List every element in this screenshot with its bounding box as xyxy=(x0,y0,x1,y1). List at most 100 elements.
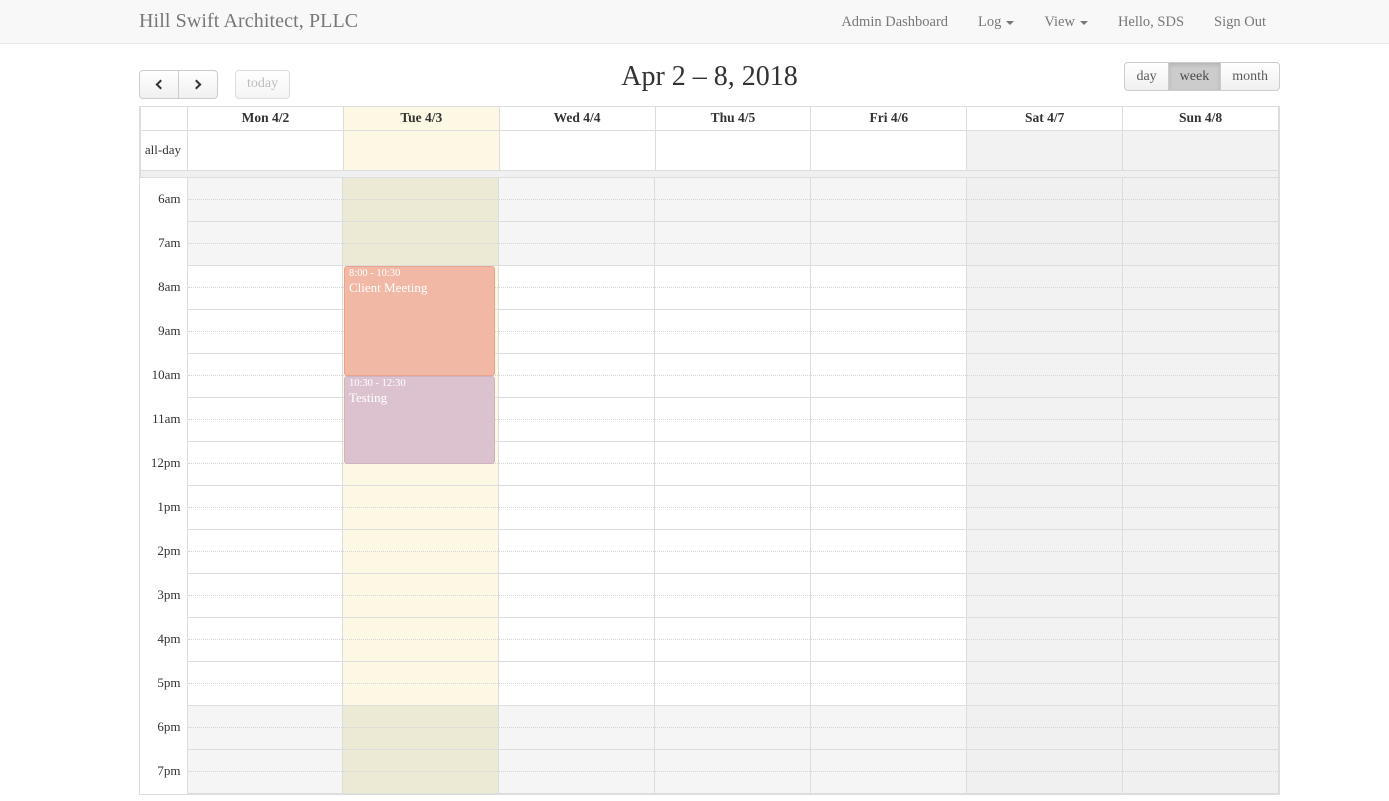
time-slot-cell[interactable] xyxy=(966,573,1124,596)
time-slot-cell[interactable] xyxy=(1122,661,1279,684)
day-header-mon[interactable]: Mon 4/2 xyxy=(187,107,344,131)
all-day-cell-tue[interactable] xyxy=(342,129,500,171)
time-slot-cell[interactable] xyxy=(966,221,1124,244)
time-slot-cell[interactable] xyxy=(654,397,812,420)
time-slot-cell[interactable] xyxy=(342,661,500,684)
time-slot-cell[interactable] xyxy=(966,529,1124,552)
all-day-cell-sat[interactable] xyxy=(966,129,1124,171)
time-slot-cell[interactable] xyxy=(654,551,812,574)
time-slot-cell[interactable] xyxy=(186,749,344,772)
time-slot-cell[interactable] xyxy=(1122,617,1279,640)
time-slot-cell[interactable] xyxy=(186,507,344,530)
time-slot-cell[interactable] xyxy=(498,485,656,508)
time-slot-cell[interactable] xyxy=(186,727,344,750)
time-slot-cell[interactable] xyxy=(186,331,344,354)
nav-link-view[interactable]: View xyxy=(1029,14,1103,31)
time-slot-cell[interactable] xyxy=(966,639,1124,662)
time-slot-cell[interactable] xyxy=(342,529,500,552)
time-slot-cell[interactable] xyxy=(498,243,656,266)
all-day-cell-sun[interactable] xyxy=(1122,129,1279,171)
time-slot-cell[interactable] xyxy=(810,661,968,684)
time-slot-cell[interactable] xyxy=(654,771,812,794)
time-slot-cell[interactable] xyxy=(342,617,500,640)
brand-title[interactable]: Hill Swift Architect, PLLC xyxy=(139,10,358,33)
time-slot-cell[interactable] xyxy=(1122,551,1279,574)
time-slot-cell[interactable] xyxy=(498,573,656,596)
time-slot-cell[interactable] xyxy=(654,177,812,200)
all-day-cell-fri[interactable] xyxy=(810,129,968,171)
time-slot-cell[interactable] xyxy=(1122,177,1279,200)
time-slot-cell[interactable] xyxy=(966,331,1124,354)
day-header-sun[interactable]: Sun 4/8 xyxy=(1122,107,1279,131)
time-slot-cell[interactable] xyxy=(654,309,812,332)
time-slot-cell[interactable] xyxy=(498,441,656,464)
today-button[interactable]: today xyxy=(235,69,291,99)
time-slot-cell[interactable] xyxy=(654,639,812,662)
time-slot-cell[interactable] xyxy=(654,221,812,244)
time-slot-cell[interactable] xyxy=(186,177,344,200)
time-slot-cell[interactable] xyxy=(342,749,500,772)
time-slot-cell[interactable] xyxy=(810,375,968,398)
time-slot-cell[interactable] xyxy=(966,199,1124,222)
time-slot-cell[interactable] xyxy=(810,485,968,508)
time-slot-cell[interactable] xyxy=(966,551,1124,574)
time-slot-cell[interactable] xyxy=(498,463,656,486)
time-slot-cell[interactable] xyxy=(966,463,1124,486)
time-slot-cell[interactable] xyxy=(810,419,968,442)
time-slot-cell[interactable] xyxy=(186,287,344,310)
time-slot-cell[interactable] xyxy=(498,287,656,310)
time-slot-cell[interactable] xyxy=(810,199,968,222)
time-slot-cell[interactable] xyxy=(810,617,968,640)
time-slot-cell[interactable] xyxy=(1122,353,1279,376)
time-slot-cell[interactable] xyxy=(1122,331,1279,354)
time-slot-cell[interactable] xyxy=(654,749,812,772)
time-slot-cell[interactable] xyxy=(966,661,1124,684)
time-slot-cell[interactable] xyxy=(498,705,656,728)
time-slot-cell[interactable] xyxy=(498,331,656,354)
time-slot-cell[interactable] xyxy=(498,397,656,420)
time-slot-cell[interactable] xyxy=(966,177,1124,200)
time-slot-cell[interactable] xyxy=(966,485,1124,508)
time-slot-cell[interactable] xyxy=(966,243,1124,266)
time-slot-cell[interactable] xyxy=(186,551,344,574)
time-slot-cell[interactable] xyxy=(966,507,1124,530)
time-slot-cell[interactable] xyxy=(342,177,500,200)
time-slot-cell[interactable] xyxy=(498,749,656,772)
time-slot-cell[interactable] xyxy=(966,771,1124,794)
time-slot-cell[interactable] xyxy=(186,639,344,662)
time-slot-cell[interactable] xyxy=(186,683,344,706)
time-slot-cell[interactable] xyxy=(498,375,656,398)
nav-link-sign-out[interactable]: Sign Out xyxy=(1199,14,1281,31)
time-slot-cell[interactable] xyxy=(966,419,1124,442)
day-header-wed[interactable]: Wed 4/4 xyxy=(498,107,656,131)
time-slot-cell[interactable] xyxy=(810,705,968,728)
nav-link-greeting[interactable]: Hello, SDS xyxy=(1103,14,1199,31)
time-slot-cell[interactable] xyxy=(186,595,344,618)
time-slot-cell[interactable] xyxy=(186,771,344,794)
time-slot-cell[interactable] xyxy=(1122,265,1279,288)
time-slot-cell[interactable] xyxy=(810,353,968,376)
time-slot-cell[interactable] xyxy=(186,375,344,398)
time-slot-cell[interactable] xyxy=(654,243,812,266)
time-slot-cell[interactable] xyxy=(966,287,1124,310)
time-slot-cell[interactable] xyxy=(654,485,812,508)
time-slot-cell[interactable] xyxy=(966,353,1124,376)
time-slot-cell[interactable] xyxy=(1122,485,1279,508)
nav-link-log[interactable]: Log xyxy=(963,14,1029,31)
time-slot-cell[interactable] xyxy=(810,727,968,750)
time-slot-cell[interactable] xyxy=(1122,397,1279,420)
all-day-cell-mon[interactable] xyxy=(187,129,344,171)
time-slot-cell[interactable] xyxy=(654,661,812,684)
day-header-tue[interactable]: Tue 4/3 xyxy=(342,107,500,131)
time-slot-cell[interactable] xyxy=(966,749,1124,772)
view-button-day[interactable]: day xyxy=(1124,62,1169,91)
time-slot-cell[interactable] xyxy=(1122,199,1279,222)
time-slot-cell[interactable] xyxy=(1122,683,1279,706)
time-slot-cell[interactable] xyxy=(186,397,344,420)
time-slot-cell[interactable] xyxy=(810,771,968,794)
time-slot-cell[interactable] xyxy=(498,309,656,332)
time-slot-cell[interactable] xyxy=(1122,441,1279,464)
time-slot-cell[interactable] xyxy=(498,727,656,750)
nav-link-admin-dashboard[interactable]: Admin Dashboard xyxy=(826,14,963,31)
time-slot-cell[interactable] xyxy=(1122,309,1279,332)
